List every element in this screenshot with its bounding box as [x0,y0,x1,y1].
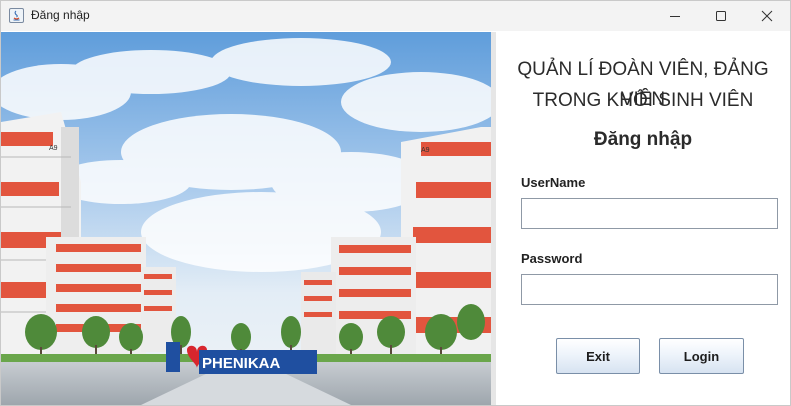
title-bar[interactable]: Đăng nhập [1,1,790,31]
login-form-panel: QUẢN LÍ ĐOÀN VIÊN, ĐẢNG VIÊN TRONG KHỐI … [496,32,790,405]
login-heading: Đăng nhập [593,129,693,150]
maximize-button[interactable] [698,1,744,31]
exit-button[interactable]: Exit [556,338,640,374]
username-label: UserName [521,175,586,190]
close-button[interactable] [744,1,790,31]
campus-illustration: A9 A9 PHENIKAA [1,32,491,405]
window-title: Đăng nhập [31,8,90,22]
minimize-icon [670,16,680,17]
java-app-icon [9,8,24,23]
login-window: Đăng nhập A9 A9 PHENIKAA QUẢN LÍ ĐOÀN VI… [0,0,791,406]
maximize-icon [716,11,726,21]
campus-banner-image: A9 A9 PHENIKAA [1,32,491,405]
building-sign-right: A9 [421,147,430,154]
username-input[interactable] [521,198,778,229]
password-input[interactable] [521,274,778,305]
app-title-line2: TRONG KHỐI SINH VIÊN [532,90,754,111]
building-sign-left: A9 [49,145,58,152]
phenikaa-sign-text: PHENIKAA [202,355,281,372]
minimize-button[interactable] [652,1,698,31]
password-label: Password [521,251,583,266]
close-icon [761,10,773,22]
login-button[interactable]: Login [659,338,744,374]
